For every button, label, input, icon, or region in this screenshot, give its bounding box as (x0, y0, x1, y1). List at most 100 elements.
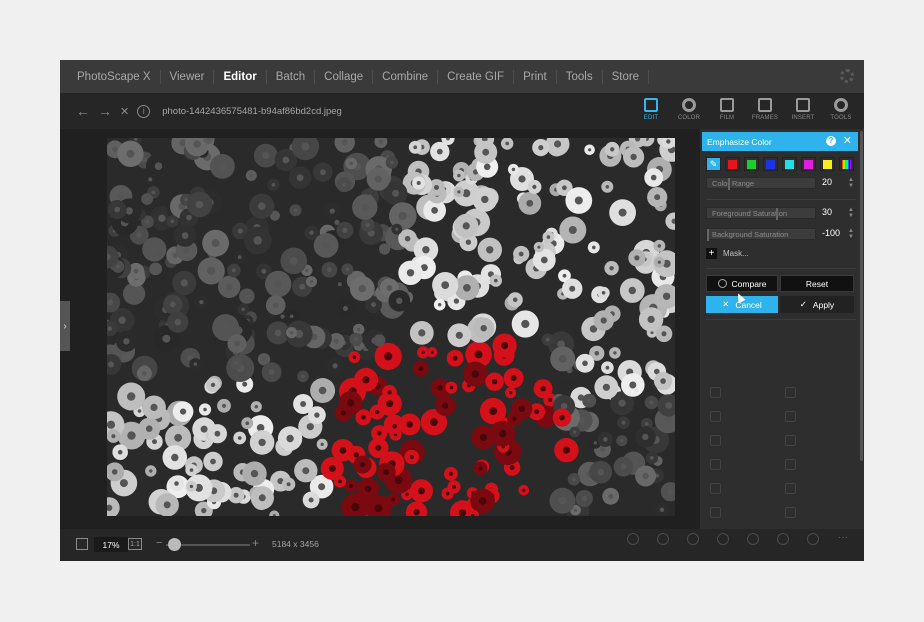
flower-center (282, 156, 290, 164)
menu-editor[interactable]: Editor (214, 69, 267, 84)
flower-center (573, 508, 577, 512)
mask-label[interactable]: Mask... (723, 249, 749, 258)
flower-center (534, 409, 540, 415)
gear-icon[interactable] (840, 69, 854, 83)
zoom-out-icon[interactable]: − (156, 537, 162, 549)
tab-edit[interactable]: EDIT (632, 97, 670, 127)
stepper-icon[interactable]: ▲ ▼ (848, 207, 854, 219)
flower-center (274, 280, 283, 288)
slider-track[interactable]: Foreground Saturation (706, 207, 816, 220)
sidebar-toggle-chevron-icon[interactable]: › (60, 301, 70, 351)
flower-center (300, 401, 307, 407)
flower-center (340, 410, 346, 416)
zoom-in-icon[interactable]: + (252, 536, 259, 550)
flower-center (587, 398, 592, 403)
flower-center (581, 496, 587, 502)
flower-center (540, 385, 546, 392)
flower-center (250, 469, 259, 478)
slider-track[interactable]: Color Range (706, 177, 816, 190)
tool-icon (627, 533, 639, 545)
more-icon[interactable]: ··· (828, 532, 858, 558)
flower-center (448, 471, 453, 476)
tab-frames[interactable]: FRAMES (746, 97, 784, 127)
menu-photoscape-x[interactable]: PhotoScape X (68, 69, 161, 84)
menu-store[interactable]: Store (603, 69, 650, 84)
flower-center (620, 463, 627, 470)
mask-control[interactable]: + Mask... (706, 248, 749, 259)
menu-combine[interactable]: Combine (373, 69, 439, 84)
zoom-slider-knob[interactable] (168, 538, 182, 551)
flower-center (660, 378, 666, 384)
menu-viewer[interactable]: Viewer (161, 69, 215, 84)
flower-center (152, 439, 157, 445)
close-file-icon[interactable]: ✕ (120, 105, 129, 118)
panel-scrollbar[interactable] (860, 131, 863, 461)
tab-tools[interactable]: TOOLS (822, 97, 860, 127)
swatch-green[interactable] (744, 157, 759, 171)
swatch-red[interactable] (725, 157, 740, 171)
flower-center (629, 381, 637, 389)
plus-icon[interactable]: + (706, 248, 717, 259)
tab-insert[interactable]: INSERT (784, 97, 822, 127)
flower-center (201, 507, 207, 514)
tab-label: FRAMES (751, 115, 779, 121)
slider-knob[interactable] (775, 208, 778, 220)
back-arrow-icon[interactable]: ← (76, 103, 90, 119)
flower-center (413, 509, 420, 516)
flower-center (462, 222, 470, 230)
info-icon[interactable]: i (137, 104, 151, 118)
slider-knob[interactable] (728, 178, 731, 190)
flower-center (261, 268, 267, 274)
swatch-blue[interactable] (763, 157, 778, 171)
forward-arrow-icon[interactable]: → (98, 103, 112, 119)
reset-label: Reset (805, 278, 829, 289)
flower-center (180, 408, 187, 415)
menu-create-gif[interactable]: Create GIF (438, 69, 515, 84)
flower-center (262, 152, 270, 160)
stepper-icon[interactable]: ▲ ▼ (848, 177, 854, 189)
flower-center (349, 484, 353, 488)
swatch-cyan[interactable] (782, 157, 797, 171)
menu-print[interactable]: Print (514, 69, 557, 84)
reset-button[interactable]: Reset (780, 275, 854, 292)
zoom-level[interactable]: 17% (94, 537, 128, 552)
apply-label: Apply (812, 299, 835, 310)
foreground-saturation-slider[interactable]: Foreground Saturation 30 ▲ ▼ (706, 207, 856, 220)
flower-center (545, 337, 550, 342)
flower-center (605, 365, 610, 370)
slider-value[interactable]: -100 (822, 228, 840, 238)
tab-color[interactable]: COLOR (670, 97, 708, 127)
stepper-icon[interactable]: ▲ ▼ (848, 228, 854, 240)
swatch-magenta[interactable] (801, 157, 816, 171)
swatch-yellow[interactable] (820, 157, 835, 171)
slider-value[interactable]: 30 (822, 207, 832, 217)
slider-track[interactable]: Background Saturation (706, 228, 816, 241)
tool-icon (785, 411, 796, 422)
tab-film[interactable]: FILM (708, 97, 746, 127)
menu-batch[interactable]: Batch (267, 69, 316, 84)
color-range-slider[interactable]: Color Range 20 ▲ ▼ (706, 177, 856, 190)
flower-center (594, 351, 600, 356)
background-saturation-slider[interactable]: Background Saturation -100 ▲ ▼ (706, 228, 856, 241)
disabled-bottom-tool (738, 532, 768, 558)
flower-center (404, 235, 411, 242)
slider-knob[interactable] (707, 229, 709, 241)
flower-center (318, 483, 326, 491)
menu-collage[interactable]: Collage (315, 69, 374, 84)
menu-tools[interactable]: Tools (557, 69, 603, 84)
compare-button[interactable]: Compare (706, 275, 778, 292)
flower-center (148, 177, 153, 182)
close-icon[interactable]: ✕ (843, 134, 852, 147)
swatch-rainbow[interactable] (839, 157, 854, 171)
apply-button[interactable]: ✓ Apply (780, 296, 854, 313)
tab-label: INSERT (791, 115, 815, 121)
slider-value[interactable]: 20 (822, 177, 832, 187)
photo-canvas[interactable] (107, 138, 675, 516)
help-icon[interactable]: ? (826, 136, 836, 146)
flower-center (322, 241, 330, 250)
panel-toggle-icon[interactable] (76, 538, 88, 550)
actual-size-button[interactable]: 1:1 (128, 538, 142, 550)
disabled-tool (785, 483, 855, 494)
eyedropper-icon[interactable]: ✎ (706, 157, 721, 171)
flower-center (153, 267, 158, 271)
